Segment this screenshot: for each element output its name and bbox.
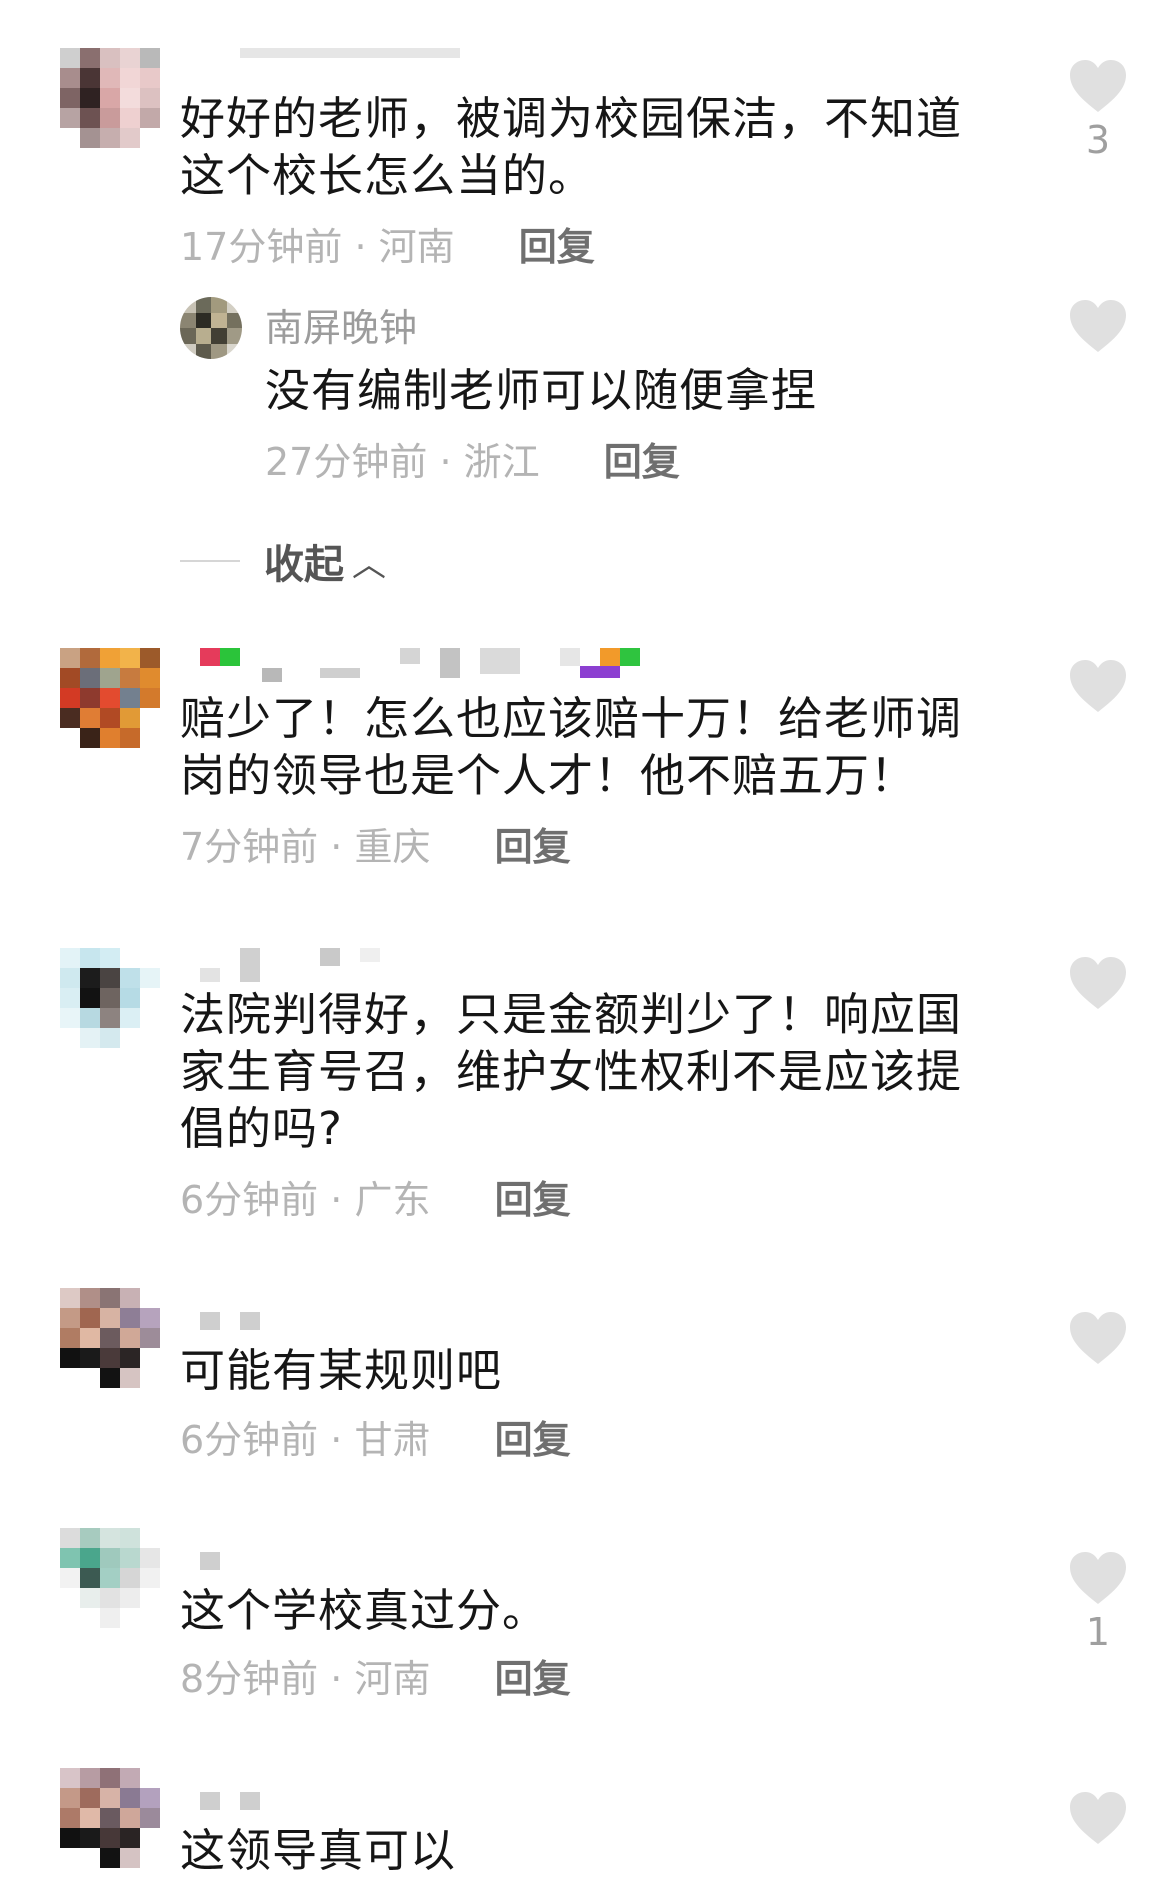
- username-redacted: [200, 1312, 220, 1330]
- chevron-up-icon: ︿: [352, 544, 386, 585]
- comment-time: 6分钟前: [180, 1178, 319, 1222]
- username[interactable]: 南屏晚钟: [265, 306, 417, 350]
- divider: [180, 560, 240, 562]
- comment-time: 17分钟前: [180, 225, 343, 269]
- username-redacted: [440, 648, 460, 678]
- comment-meta: 8分钟前 · 河南 回复: [180, 1648, 571, 1703]
- collapse-label: 收起: [264, 542, 344, 588]
- username-redacted: [220, 648, 240, 666]
- username-redacted: [200, 1792, 220, 1810]
- username-redacted: [360, 948, 380, 962]
- like-button[interactable]: 1: [1068, 1550, 1128, 1654]
- username-redacted: [320, 948, 340, 966]
- comment-meta: 6分钟前 · 广东 回复: [180, 1169, 571, 1224]
- username-redacted: [620, 648, 640, 666]
- comment-meta: 27分钟前 · 浙江 回复: [265, 431, 680, 486]
- username-redacted: [240, 48, 460, 58]
- username-redacted: [400, 648, 420, 664]
- avatar[interactable]: [60, 1768, 160, 1868]
- reply-button[interactable]: 回复: [495, 1657, 571, 1701]
- like-button[interactable]: [1068, 298, 1128, 354]
- heart-icon: [1070, 1312, 1126, 1364]
- username-redacted: [240, 1312, 260, 1330]
- username-redacted: [560, 648, 580, 666]
- heart-icon: [1070, 300, 1126, 352]
- comment-time: 27分钟前: [265, 440, 428, 484]
- heart-icon: [1070, 1552, 1126, 1604]
- separator: ·: [330, 1657, 343, 1701]
- avatar[interactable]: [180, 297, 242, 359]
- reply-button[interactable]: 回复: [519, 225, 595, 269]
- comment-time: 7分钟前: [180, 825, 319, 869]
- reply-button[interactable]: 回复: [495, 1418, 571, 1462]
- reply-button[interactable]: 回复: [495, 825, 571, 869]
- username-redacted: [480, 648, 520, 674]
- avatar[interactable]: [60, 648, 160, 748]
- heart-icon: [1070, 1792, 1126, 1844]
- comment-location: 浙江: [463, 440, 540, 484]
- username-redacted: [200, 648, 220, 666]
- heart-icon: [1070, 957, 1126, 1009]
- reply-button[interactable]: 回复: [495, 1178, 571, 1222]
- comment-text: 这领导真可以: [180, 1824, 457, 1877]
- separator: ·: [330, 825, 343, 869]
- separator: ·: [330, 1418, 343, 1462]
- avatar[interactable]: [60, 948, 160, 1048]
- username-redacted: [240, 1792, 260, 1810]
- avatar[interactable]: [60, 1528, 160, 1628]
- like-count: 3: [1085, 118, 1111, 162]
- comment-location: 广东: [354, 1178, 431, 1222]
- avatar[interactable]: [60, 48, 160, 148]
- like-button[interactable]: [1068, 1310, 1128, 1366]
- comment-text: 好好的老师，被调为校园保洁，不知道这个校长怎么当的。: [180, 92, 963, 202]
- comment-location: 河南: [378, 225, 455, 269]
- comment-location: 河南: [354, 1657, 431, 1701]
- username-redacted: [200, 968, 220, 982]
- separator: ·: [439, 440, 452, 484]
- comment-meta: 17分钟前 · 河南 回复: [180, 216, 595, 271]
- comment-text: 可能有某规则吧: [180, 1344, 503, 1397]
- heart-icon: [1070, 60, 1126, 112]
- heart-icon: [1070, 660, 1126, 712]
- comment-text: 这个学校真过分。: [180, 1584, 549, 1637]
- comment-text: 没有编制老师可以随便拿捏: [265, 364, 818, 417]
- comment-location: 甘肃: [354, 1418, 431, 1462]
- comment-meta: 7分钟前 · 重庆 回复: [180, 816, 571, 871]
- like-button[interactable]: 3: [1068, 58, 1128, 162]
- username-redacted: [600, 648, 620, 666]
- comment-location: 重庆: [354, 825, 431, 869]
- username-redacted: [240, 948, 260, 982]
- like-button[interactable]: [1068, 658, 1128, 714]
- comment-time: 8分钟前: [180, 1657, 319, 1701]
- username-redacted: [262, 668, 282, 682]
- comment-text: 法院判得好，只是金额判少了！响应国家生育号召，维护女性权利不是应该提倡的吗?: [180, 988, 963, 1155]
- collapse-replies-button[interactable]: 收起 ︿: [180, 532, 386, 590]
- like-button[interactable]: [1068, 1790, 1128, 1846]
- username-redacted: [580, 666, 620, 678]
- reply-button[interactable]: 回复: [604, 440, 680, 484]
- comment-text: 赔少了！怎么也应该赔十万！给老师调岗的领导也是个人才！他不赔五万！: [180, 692, 963, 802]
- separator: ·: [330, 1178, 343, 1222]
- username-redacted: [320, 668, 360, 678]
- username-redacted: [200, 1552, 220, 1570]
- avatar[interactable]: [60, 1288, 160, 1388]
- separator: ·: [354, 225, 367, 269]
- like-button[interactable]: [1068, 955, 1128, 1011]
- comment-meta: 6分钟前 · 甘肃 回复: [180, 1409, 571, 1464]
- like-count: 1: [1085, 1610, 1111, 1654]
- comment-time: 6分钟前: [180, 1418, 319, 1462]
